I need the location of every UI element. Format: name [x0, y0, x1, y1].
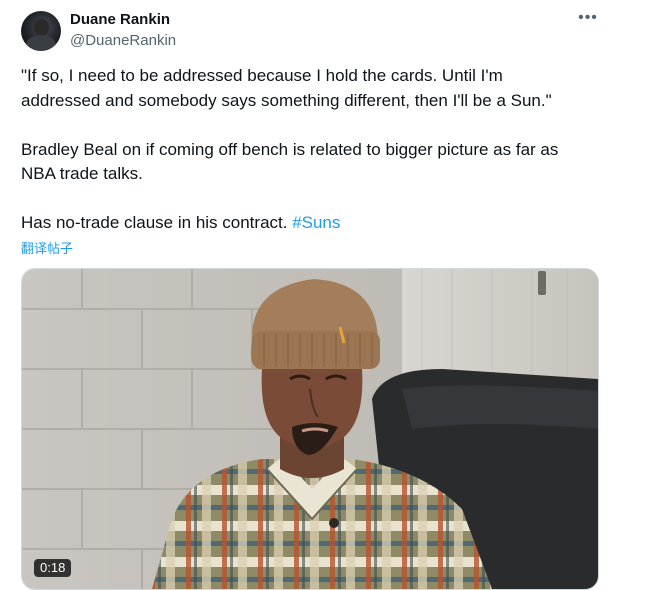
- video-duration-badge: 0:18: [34, 559, 72, 577]
- translate-link[interactable]: 翻译帖子: [21, 238, 73, 257]
- avatar[interactable]: [21, 11, 61, 51]
- author-handle[interactable]: @DuaneRankin: [70, 32, 176, 49]
- avatar-head: [34, 19, 49, 36]
- tweet-text-line: Bradley Beal on if coming off bench is r…: [21, 140, 559, 159]
- author-name[interactable]: Duane Rankin: [70, 11, 170, 28]
- hashtag-link[interactable]: #Suns: [292, 213, 340, 232]
- tweet-text-line: addressed and somebody says something di…: [21, 91, 552, 110]
- avatar-shoulders: [26, 35, 56, 51]
- tweet-text-line: "If so, I need to be addressed because I…: [21, 66, 503, 85]
- tweet: Duane Rankin @DuaneRankin ••• "If so, I …: [0, 0, 656, 590]
- tweet-text-line: NBA trade talks.: [21, 164, 143, 183]
- video-player[interactable]: 0:18: [21, 268, 599, 590]
- ellipsis-icon[interactable]: •••: [576, 8, 600, 28]
- tweet-text-line: Has no-trade clause in his contract. #Su…: [21, 211, 621, 235]
- tweet-text-span: Has no-trade clause in his contract.: [21, 213, 293, 232]
- video-frame: [22, 269, 598, 589]
